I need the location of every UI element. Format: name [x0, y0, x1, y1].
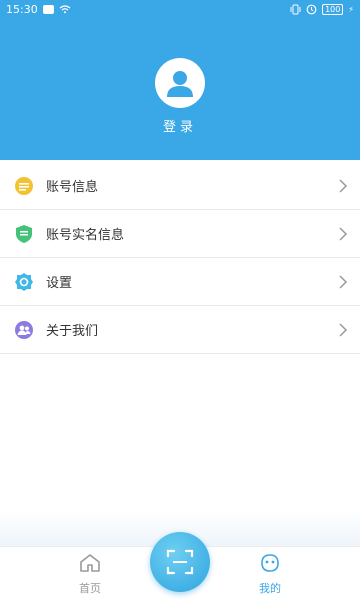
avatar[interactable]	[155, 58, 205, 108]
settings-menu: 账号信息 账号实名信息 设置 关于我们	[0, 162, 360, 354]
tab-mine[interactable]: 我的	[240, 553, 300, 596]
menu-item-about-us[interactable]: 关于我们	[0, 306, 360, 354]
status-time: 15:30	[6, 2, 38, 16]
chevron-right-icon	[339, 322, 348, 337]
alarm-icon	[306, 4, 317, 14]
account-info-icon	[14, 176, 34, 196]
chevron-right-icon	[339, 178, 348, 193]
notification-icon	[42, 4, 54, 14]
chevron-right-icon	[339, 226, 348, 241]
battery-indicator: 100	[322, 3, 344, 15]
status-bar: 15:30 100 ⚡	[0, 0, 360, 18]
menu-item-account-info[interactable]: 账号信息	[0, 162, 360, 210]
battery-level: 100	[325, 4, 341, 14]
scan-button[interactable]	[150, 532, 210, 592]
shield-icon	[14, 224, 34, 244]
menu-item-settings[interactable]: 设置	[0, 258, 360, 306]
vibrate-icon	[290, 4, 301, 14]
users-icon	[14, 320, 34, 340]
charging-icon: ⚡	[348, 4, 354, 14]
tab-home[interactable]: 首页	[60, 553, 120, 596]
menu-item-label: 设置	[46, 276, 73, 291]
gear-icon	[14, 272, 34, 292]
menu-item-real-name-info[interactable]: 账号实名信息	[0, 210, 360, 258]
menu-item-label: 账号实名信息	[46, 228, 125, 243]
user-avatar-icon	[167, 71, 193, 97]
chevron-right-icon	[339, 274, 348, 289]
menu-item-label: 账号信息	[46, 180, 99, 195]
profile-header: 15:30 100 ⚡ 登录	[0, 0, 360, 160]
wifi-off-icon	[59, 4, 71, 13]
scan-icon	[166, 549, 194, 575]
login-button[interactable]: 登录	[0, 116, 360, 135]
tab-home-label: 首页	[79, 582, 101, 595]
tab-mine-label: 我的	[259, 582, 281, 595]
menu-item-label: 关于我们	[46, 324, 99, 339]
home-icon	[80, 554, 100, 572]
robot-face-icon	[261, 554, 279, 572]
